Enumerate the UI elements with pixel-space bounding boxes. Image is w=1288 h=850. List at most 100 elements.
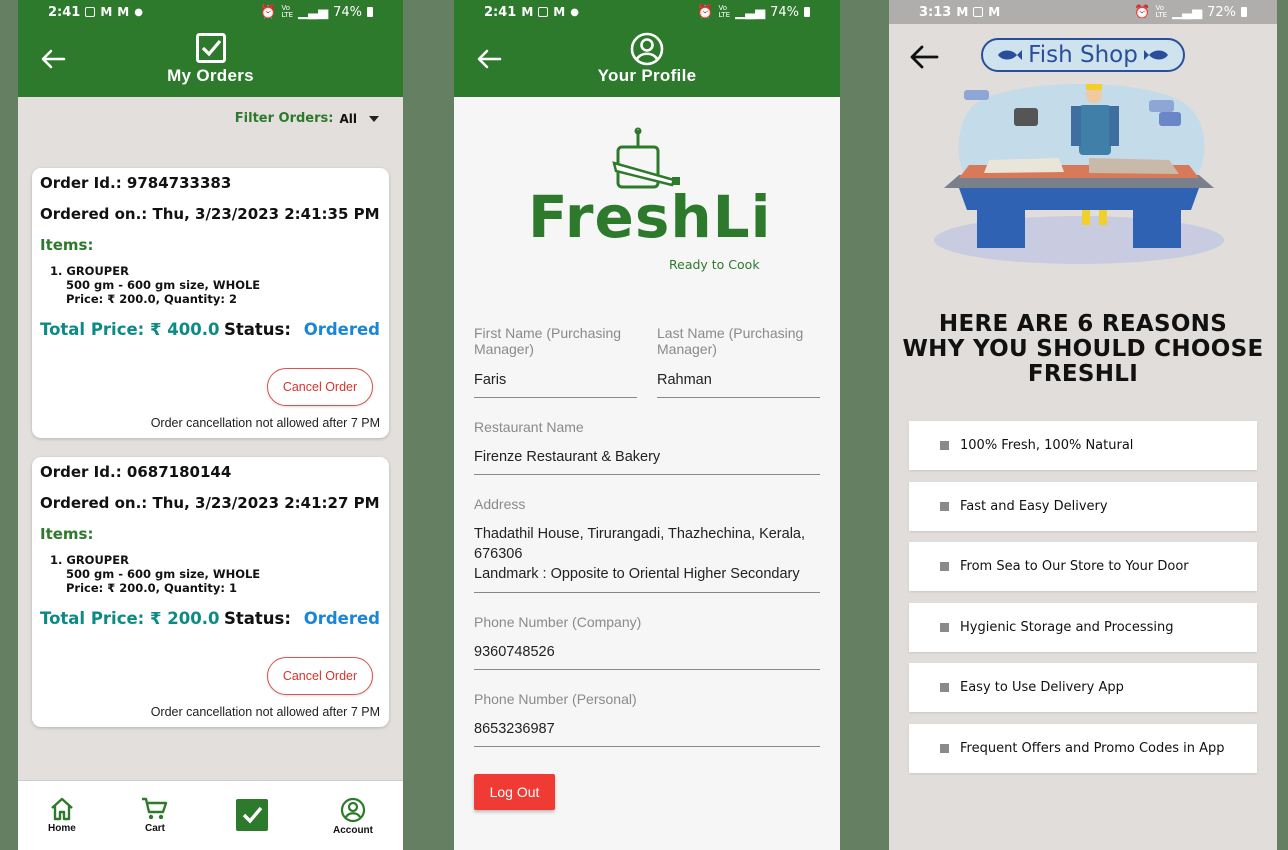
profile-screen: 2:41 M M ● ⏰ Vo LTE ▁▃▅ 74% Your Profile… <box>454 0 840 850</box>
status-time: 3:13 <box>919 4 952 20</box>
page-title: My Orders <box>167 66 254 85</box>
address-label: Address <box>474 496 526 512</box>
nav-home[interactable]: Home <box>48 797 76 834</box>
address-line-1: Thadathil House, Tirurangadi, Thazhechin… <box>474 526 806 542</box>
logo-text: FreshLi <box>528 183 772 251</box>
bullet-icon <box>940 623 949 632</box>
bullet-icon <box>940 441 949 450</box>
battery-icon <box>1241 7 1247 17</box>
cancellation-note: Order cancellation not allowed after 7 P… <box>150 705 380 719</box>
order-date: Ordered on.: Thu, 3/23/2023 2:41:35 PM <box>40 205 380 223</box>
page-title: Your Profile <box>597 66 697 85</box>
last-name-label: Last Name (Purchasing Manager) <box>657 325 804 357</box>
cart-icon <box>142 797 168 820</box>
signal-icon: ▁▃▅ <box>1172 4 1203 20</box>
status-time: 2:41 <box>48 4 81 20</box>
nav-cart-label: Cart <box>144 823 165 834</box>
app-bar: My Orders <box>18 24 403 97</box>
fish-icon <box>998 50 1023 60</box>
logo-tagline: Ready to Cook <box>669 257 760 272</box>
item-size: 500 gm - 600 gm size, WHOLE <box>66 567 261 581</box>
volte-icon: Vo LTE <box>1155 4 1168 19</box>
phone-personal-value: 8653236987 <box>474 721 555 737</box>
gmail-notification-icon: M <box>521 5 534 19</box>
gmail-notification-icon: M <box>956 5 969 19</box>
last-name-field[interactable]: Last Name (Purchasing Manager) Rahman <box>657 325 820 399</box>
nav-account[interactable]: Account <box>333 797 373 836</box>
bullet-icon <box>940 562 949 571</box>
app-bar: Your Profile <box>454 24 840 97</box>
address-line-2: 676306 <box>474 546 523 562</box>
reasons-heading: HERE ARE 6 REASONS WHY YOU SHOULD CHOOSE… <box>889 312 1277 387</box>
account-icon <box>340 797 366 823</box>
bullet-icon <box>940 683 949 692</box>
items-heading: Items: <box>40 525 94 543</box>
phone-company-value: 9360748526 <box>474 644 555 660</box>
freshli-logo: FreshLi Ready to Cook <box>526 125 771 275</box>
filter-orders-dropdown[interactable]: Filter Orders: All <box>235 111 379 126</box>
fish-shop-title: Fish Shop <box>1028 42 1138 68</box>
gmail-notification-icon-2: M <box>553 5 566 19</box>
reason-item: Easy to Use Delivery App <box>909 663 1257 712</box>
order-item: 1. GROUPER 500 gm - 600 gm size, WHOLE P… <box>50 264 260 306</box>
gmail-notification-icon-2: M <box>988 5 1001 19</box>
order-card: Order Id.: 0687180144 Ordered on.: Thu, … <box>32 457 389 727</box>
order-item: 1. GROUPER 500 gm - 600 gm size, WHOLE P… <box>50 553 260 595</box>
back-arrow-icon[interactable] <box>909 44 939 70</box>
underline <box>474 669 820 670</box>
volte-icon: Vo LTE <box>281 4 294 19</box>
restaurant-label: Restaurant Name <box>474 419 584 435</box>
reasons-heading-line-2: WHY YOU SHOULD CHOOSE <box>902 336 1264 362</box>
battery-percent: 72% <box>1207 4 1236 20</box>
item-price: Price: ₹ 200.0, Quantity: 2 <box>66 292 237 306</box>
gmail-notification-icon-2: M <box>117 5 130 19</box>
cancellation-note: Order cancellation not allowed after 7 P… <box>150 416 380 430</box>
reason-text: Hygienic Storage and Processing <box>960 620 1174 635</box>
reason-text: Fast and Easy Delivery <box>960 499 1108 514</box>
logout-button[interactable]: Log Out <box>474 774 555 810</box>
bottom-navigation: Home Cart Account <box>18 780 403 850</box>
underline <box>657 397 820 398</box>
underline <box>474 474 820 475</box>
gallery-notification-icon <box>85 7 96 17</box>
phone-company-field[interactable]: Phone Number (Company) 9360748526 <box>474 614 820 671</box>
battery-percent: 74% <box>333 4 362 20</box>
gallery-notification-icon <box>538 7 549 17</box>
total-price: Total Price: ₹ 200.0 <box>40 609 220 628</box>
last-name-value: Rahman <box>657 372 712 388</box>
alarm-icon: ⏰ <box>697 4 714 20</box>
item-name: 1. GROUPER <box>50 264 129 278</box>
nav-orders[interactable] <box>236 799 268 833</box>
status-label: Status: <box>224 320 291 339</box>
home-icon <box>51 797 73 821</box>
phone-company-label: Phone Number (Company) <box>474 614 642 630</box>
alarm-icon: ⏰ <box>260 4 277 20</box>
address-field[interactable]: Address Thadathil House, Tirurangadi, Th… <box>474 496 820 594</box>
status-label: Status: <box>224 609 291 628</box>
restaurant-name-field[interactable]: Restaurant Name Firenze Restaurant & Bak… <box>474 419 820 476</box>
nav-account-label: Account <box>333 825 373 836</box>
fish-shop-badge: Fish Shop <box>981 38 1185 72</box>
reason-item: From Sea to Our Store to Your Door <box>909 542 1257 591</box>
item-name: 1. GROUPER <box>50 553 129 567</box>
cancel-order-button[interactable]: Cancel Order <box>267 657 373 695</box>
more-notifications-icon: ● <box>570 6 579 18</box>
underline <box>474 592 820 593</box>
filter-value: All <box>339 111 357 126</box>
reason-item: 100% Fresh, 100% Natural <box>909 421 1257 470</box>
nav-cart[interactable]: Cart <box>141 797 169 834</box>
order-id: Order Id.: 9784733383 <box>40 174 232 192</box>
reason-item: Frequent Offers and Promo Codes in App <box>909 724 1257 773</box>
items-heading: Items: <box>40 236 94 254</box>
cancel-order-button[interactable]: Cancel Order <box>267 368 373 406</box>
first-name-value: Faris <box>474 372 507 388</box>
status-bar: 2:41 M M ● ⏰ Vo LTE ▁▃▅ 74% <box>454 0 840 24</box>
first-name-field[interactable]: First Name (Purchasing Manager) Faris <box>474 325 637 399</box>
status-value: Ordered <box>303 320 380 339</box>
status-bar: 3:13 M M ⏰ Vo LTE ▁▃▅ 72% <box>889 0 1277 24</box>
phone-personal-field[interactable]: Phone Number (Personal) 8653236987 <box>474 691 820 748</box>
restaurant-value: Firenze Restaurant & Bakery <box>474 449 661 465</box>
orders-checkbox-icon <box>236 799 268 831</box>
status-time: 2:41 <box>484 4 517 20</box>
profile-icon <box>630 32 664 66</box>
